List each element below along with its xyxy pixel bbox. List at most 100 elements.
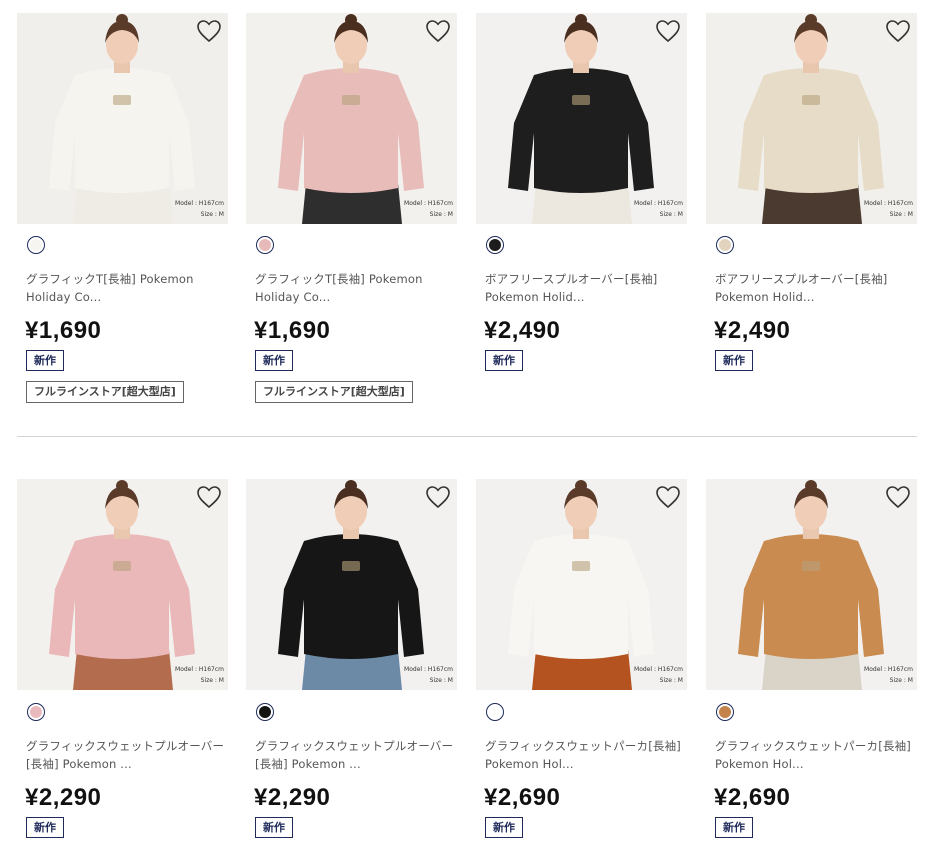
product-name-line2: Pokemon Holid... bbox=[715, 290, 815, 304]
product-image[interactable]: Model : H167cm Size : M bbox=[706, 13, 917, 224]
new-badge: 新作 bbox=[26, 350, 64, 371]
new-badge: 新作 bbox=[485, 817, 523, 838]
product-name-line1: グラフィックスウェットパーカ[長袖] bbox=[715, 739, 911, 753]
model-photo bbox=[246, 13, 457, 224]
favorite-heart-icon[interactable] bbox=[885, 485, 911, 509]
model-size-note: Model : H167cm Size : M bbox=[864, 664, 913, 686]
model-height-text: Model : H167cm bbox=[404, 666, 453, 673]
model-photo bbox=[17, 479, 228, 690]
new-badge: 新作 bbox=[715, 817, 753, 838]
product-image[interactable]: Model : H167cm Size : M bbox=[246, 13, 457, 224]
product-price: ¥2,290 bbox=[25, 784, 102, 811]
product-name-line1: ボアフリースプルオーバー[長袖] bbox=[485, 272, 658, 286]
model-size-note: Model : H167cm Size : M bbox=[634, 664, 683, 686]
model-size-note: Model : H167cm Size : M bbox=[864, 198, 913, 220]
color-swatch[interactable] bbox=[486, 703, 504, 721]
color-swatch[interactable] bbox=[486, 236, 504, 254]
model-size-note: Model : H167cm Size : M bbox=[634, 198, 683, 220]
store-badge: フルラインストア[超大型店] bbox=[255, 381, 413, 403]
favorite-heart-icon[interactable] bbox=[425, 19, 451, 43]
swatch-color-dot bbox=[719, 239, 731, 251]
color-swatch[interactable] bbox=[256, 703, 274, 721]
swatch-color-dot bbox=[489, 239, 501, 251]
store-badge: フルラインストア[超大型店] bbox=[26, 381, 184, 403]
product-name[interactable]: グラフィックT[長袖] Pokemon Holiday Co... bbox=[26, 270, 226, 306]
product-name-line2: [長袖] Pokemon ... bbox=[26, 757, 132, 771]
model-height-text: Model : H167cm bbox=[175, 200, 224, 207]
product-name[interactable]: グラフィックスウェットプルオーバー [長袖] Pokemon ... bbox=[255, 737, 455, 773]
product-image[interactable]: Model : H167cm Size : M bbox=[476, 13, 687, 224]
product-name[interactable]: ボアフリースプルオーバー[長袖] Pokemon Holid... bbox=[715, 270, 915, 306]
favorite-heart-icon[interactable] bbox=[655, 485, 681, 509]
swatch-color-dot bbox=[259, 706, 271, 718]
favorite-heart-icon[interactable] bbox=[425, 485, 451, 509]
model-photo bbox=[476, 479, 687, 690]
product-price: ¥2,490 bbox=[484, 317, 561, 344]
new-badge: 新作 bbox=[26, 817, 64, 838]
product-name-line2: Pokemon Holid... bbox=[485, 290, 585, 304]
product-image[interactable]: Model : H167cm Size : M bbox=[17, 479, 228, 690]
model-size-note: Model : H167cm Size : M bbox=[175, 664, 224, 686]
product-price: ¥1,690 bbox=[25, 317, 102, 344]
favorite-heart-icon[interactable] bbox=[655, 19, 681, 43]
product-name[interactable]: グラフィックスウェットプルオーバー [長袖] Pokemon ... bbox=[26, 737, 226, 773]
model-photo bbox=[476, 13, 687, 224]
product-name-line2: Holiday Co... bbox=[26, 290, 102, 304]
product-price: ¥1,690 bbox=[254, 317, 331, 344]
model-height-text: Model : H167cm bbox=[634, 666, 683, 673]
model-photo bbox=[246, 479, 457, 690]
favorite-heart-icon[interactable] bbox=[196, 19, 222, 43]
model-height-text: Model : H167cm bbox=[864, 200, 913, 207]
model-size-text: Size : M bbox=[659, 677, 683, 684]
model-photo bbox=[706, 479, 917, 690]
model-photo bbox=[17, 13, 228, 224]
new-badge: 新作 bbox=[255, 817, 293, 838]
model-size-text: Size : M bbox=[429, 677, 453, 684]
model-size-note: Model : H167cm Size : M bbox=[404, 664, 453, 686]
product-image[interactable]: Model : H167cm Size : M bbox=[706, 479, 917, 690]
favorite-heart-icon[interactable] bbox=[196, 485, 222, 509]
swatch-color-dot bbox=[30, 239, 42, 251]
product-name-line1: グラフィックスウェットプルオーバー bbox=[255, 739, 454, 753]
swatch-color-dot bbox=[259, 239, 271, 251]
product-name[interactable]: ボアフリースプルオーバー[長袖] Pokemon Holid... bbox=[485, 270, 685, 306]
product-name-line1: ボアフリースプルオーバー[長袖] bbox=[715, 272, 888, 286]
product-price: ¥2,690 bbox=[714, 784, 791, 811]
product-price: ¥2,490 bbox=[714, 317, 791, 344]
model-height-text: Model : H167cm bbox=[175, 666, 224, 673]
color-swatch[interactable] bbox=[27, 703, 45, 721]
favorite-heart-icon[interactable] bbox=[885, 19, 911, 43]
new-badge: 新作 bbox=[715, 350, 753, 371]
model-size-text: Size : M bbox=[200, 677, 224, 684]
row-divider bbox=[17, 436, 917, 437]
swatch-color-dot bbox=[30, 706, 42, 718]
swatch-color-dot bbox=[719, 706, 731, 718]
color-swatch[interactable] bbox=[716, 236, 734, 254]
model-size-text: Size : M bbox=[889, 677, 913, 684]
product-image[interactable]: Model : H167cm Size : M bbox=[17, 13, 228, 224]
product-name[interactable]: グラフィックスウェットパーカ[長袖] Pokemon Hol... bbox=[485, 737, 685, 773]
product-image[interactable]: Model : H167cm Size : M bbox=[246, 479, 457, 690]
product-name-line2: [長袖] Pokemon ... bbox=[255, 757, 361, 771]
color-swatch[interactable] bbox=[256, 236, 274, 254]
new-badge: 新作 bbox=[255, 350, 293, 371]
color-swatch[interactable] bbox=[27, 236, 45, 254]
product-name-line2: Holiday Co... bbox=[255, 290, 331, 304]
product-price: ¥2,690 bbox=[484, 784, 561, 811]
swatch-color-dot bbox=[489, 706, 501, 718]
product-price: ¥2,290 bbox=[254, 784, 331, 811]
model-height-text: Model : H167cm bbox=[404, 200, 453, 207]
color-swatch[interactable] bbox=[716, 703, 734, 721]
product-name[interactable]: グラフィックスウェットパーカ[長袖] Pokemon Hol... bbox=[715, 737, 915, 773]
product-image[interactable]: Model : H167cm Size : M bbox=[476, 479, 687, 690]
product-name-line1: グラフィックスウェットパーカ[長袖] bbox=[485, 739, 681, 753]
product-name-line2: Pokemon Hol... bbox=[485, 757, 574, 771]
model-height-text: Model : H167cm bbox=[864, 666, 913, 673]
model-size-note: Model : H167cm Size : M bbox=[175, 198, 224, 220]
model-size-text: Size : M bbox=[889, 211, 913, 218]
product-name-line1: グラフィックスウェットプルオーバー bbox=[26, 739, 225, 753]
product-name-line1: グラフィックT[長袖] Pokemon bbox=[26, 272, 194, 286]
model-size-text: Size : M bbox=[200, 211, 224, 218]
product-name[interactable]: グラフィックT[長袖] Pokemon Holiday Co... bbox=[255, 270, 455, 306]
product-name-line1: グラフィックT[長袖] Pokemon bbox=[255, 272, 423, 286]
